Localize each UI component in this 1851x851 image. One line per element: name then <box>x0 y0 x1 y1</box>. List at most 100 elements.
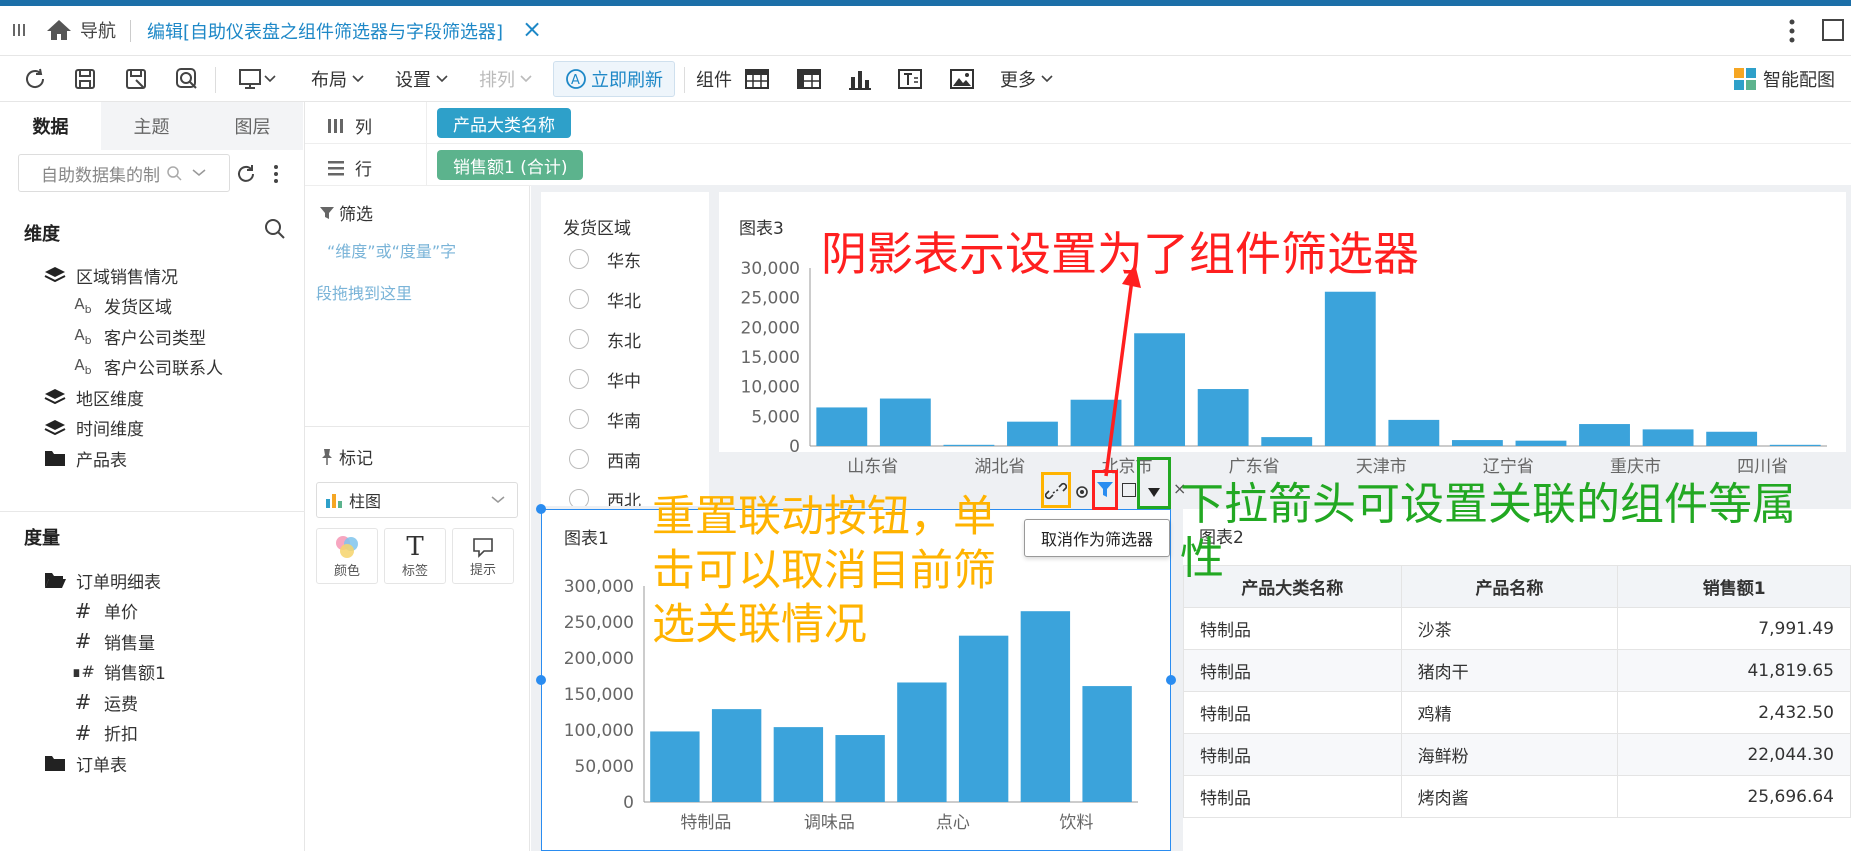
table-row[interactable]: 特制品 猪肉干 41,819.65 <box>1183 649 1851 692</box>
bar[interactable] <box>1769 444 1821 446</box>
smart-chart-button[interactable]: 智能配图 <box>1733 56 1835 102</box>
bar[interactable] <box>1261 437 1313 446</box>
tree-item[interactable]: ∎# 销售额1 <box>70 655 166 689</box>
editor-tab-title[interactable]: 编辑[自助仪表盘之组件筛选器与字段筛选器] <box>147 18 503 44</box>
dataset-more-icon[interactable] <box>273 164 279 189</box>
chart-type-select[interactable]: 柱图 <box>316 482 518 518</box>
tab-data[interactable]: 数据 <box>0 102 101 150</box>
image-component-button[interactable] <box>950 56 974 102</box>
resize-handle[interactable] <box>1166 675 1176 685</box>
maximize-icon[interactable] <box>1822 19 1844 41</box>
table-cell: 41,819.65 <box>1617 649 1851 692</box>
tree-item[interactable]: 区域销售情况 <box>42 258 178 292</box>
table-component-button[interactable] <box>745 56 769 102</box>
bar[interactable] <box>650 731 700 802</box>
tree-item[interactable]: Ab 发货区域 <box>70 289 172 323</box>
tree-item[interactable]: Ab 客户公司类型 <box>70 319 206 353</box>
tab-layers[interactable]: 图层 <box>202 102 303 150</box>
table-row[interactable]: 特制品 烤肉酱 25,696.64 <box>1183 775 1851 818</box>
bar[interactable] <box>1388 419 1440 446</box>
resize-handle[interactable] <box>536 675 546 685</box>
y-tick-label: 300,000 <box>564 577 634 597</box>
bar[interactable] <box>1324 291 1376 446</box>
radio-circle-icon[interactable] <box>569 449 589 469</box>
tree-item[interactable]: # 单价 <box>70 594 138 628</box>
bar[interactable] <box>1515 440 1567 446</box>
tree-item[interactable]: 订单表 <box>42 746 127 780</box>
save-as-button[interactable] <box>124 56 148 102</box>
table-row[interactable]: 特制品 鸡精 2,432.50 <box>1183 691 1851 734</box>
tree-item[interactable]: # 销售量 <box>70 624 155 658</box>
region-option[interactable]: 东北 <box>569 324 641 354</box>
chart-component-button[interactable] <box>848 56 872 102</box>
save-button[interactable] <box>73 56 97 102</box>
bar[interactable] <box>1020 611 1071 802</box>
bar[interactable] <box>1007 421 1058 446</box>
tree-item[interactable]: 地区维度 <box>42 380 144 414</box>
more-dropdown[interactable]: 更多 <box>1000 56 1054 102</box>
bar[interactable] <box>879 398 931 446</box>
marks-tooltip-button[interactable]: 提示 <box>452 528 514 584</box>
settings-dropdown[interactable]: 设置 <box>395 56 449 102</box>
arrange-dropdown[interactable]: 排列 <box>479 56 533 102</box>
region-option[interactable]: 华北 <box>569 284 641 314</box>
radio-circle-icon[interactable] <box>569 409 589 429</box>
marks-color-button[interactable]: 颜色 <box>316 528 378 584</box>
maximize-component-icon[interactable] <box>1122 483 1136 497</box>
bar[interactable] <box>1197 389 1249 446</box>
bar[interactable] <box>1642 429 1694 446</box>
columns-pill[interactable]: 产品大类名称 <box>437 108 571 138</box>
nav-button[interactable]: 导航 <box>46 17 116 43</box>
filter-toggle-button[interactable] <box>1096 481 1114 504</box>
radio-circle-icon[interactable] <box>569 329 589 349</box>
region-option[interactable]: 华中 <box>569 364 641 394</box>
resize-handle[interactable] <box>536 504 546 514</box>
bar[interactable] <box>816 407 868 446</box>
undo-button[interactable] <box>22 56 48 102</box>
device-dropdown[interactable] <box>238 56 276 102</box>
tab-theme[interactable]: 主题 <box>101 102 202 150</box>
bar[interactable] <box>773 727 824 802</box>
rows-pill[interactable]: 销售额1 (合计) <box>437 150 584 180</box>
search-dimension-button[interactable] <box>264 218 286 245</box>
menu-handle-icon[interactable] <box>12 19 26 39</box>
table-row[interactable]: 特制品 沙茶 7,991.49 <box>1183 607 1851 650</box>
close-tab-icon[interactable]: × <box>522 15 542 43</box>
bar[interactable] <box>1579 424 1630 446</box>
bar[interactable] <box>1451 440 1503 446</box>
text-component-button[interactable] <box>898 56 922 102</box>
refresh-now-button[interactable]: A 立即刷新 <box>553 61 675 97</box>
tree-item[interactable]: 订单明细表 <box>42 563 161 597</box>
tree-item[interactable]: # 运费 <box>70 685 138 719</box>
bar[interactable] <box>943 444 995 446</box>
region-option[interactable]: 华南 <box>569 404 641 434</box>
refresh-dataset-button[interactable] <box>235 163 257 190</box>
tree-item[interactable]: # 折扣 <box>70 716 138 750</box>
preview-button[interactable] <box>174 56 200 102</box>
region-option[interactable]: 华东 <box>569 244 641 274</box>
marks-label-button[interactable]: T 标签 <box>384 528 446 584</box>
tree-item[interactable]: Ab 客户公司联系人 <box>70 350 223 384</box>
radio-circle-icon[interactable] <box>569 289 589 309</box>
radio-circle-icon[interactable] <box>569 489 589 506</box>
bar[interactable] <box>1706 431 1758 446</box>
radio-circle-icon[interactable] <box>569 369 589 389</box>
bar[interactable] <box>711 709 762 802</box>
dataset-select[interactable]: 自助数据集的制 <box>18 154 230 192</box>
region-option[interactable]: 西北 <box>569 484 641 506</box>
layout-dropdown[interactable]: 布局 <box>311 56 365 102</box>
more-vertical-icon[interactable] <box>1788 18 1796 44</box>
tree-item[interactable]: 产品表 <box>42 441 127 475</box>
bar[interactable] <box>835 735 885 802</box>
crosstab-component-button[interactable] <box>797 56 821 102</box>
bar[interactable] <box>958 635 1009 802</box>
tree-item[interactable]: 时间维度 <box>42 411 144 445</box>
table-row[interactable]: 特制品 海鲜粉 22,044.30 <box>1183 733 1851 776</box>
reset-linkage-button[interactable] <box>1044 481 1068 506</box>
region-option[interactable]: 西南 <box>569 444 641 474</box>
bar[interactable] <box>897 682 947 802</box>
settings-gear-button[interactable] <box>1074 484 1090 505</box>
bar[interactable] <box>1082 686 1132 802</box>
dropdown-arrow-button[interactable] <box>1147 484 1161 504</box>
radio-circle-icon[interactable] <box>569 249 589 269</box>
